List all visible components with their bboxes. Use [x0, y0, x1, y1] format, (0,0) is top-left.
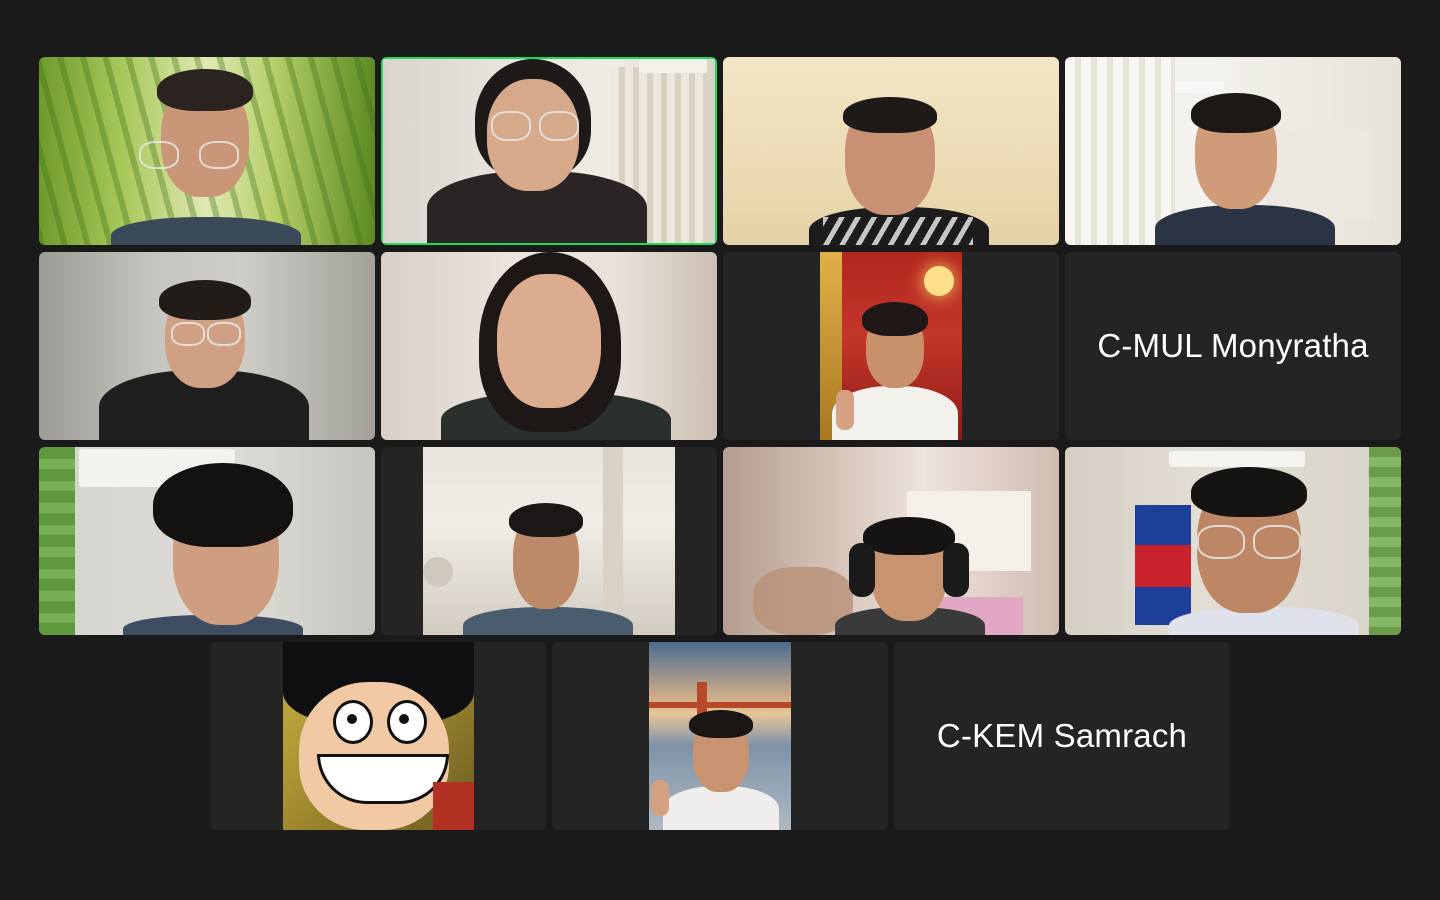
participant-tile[interactable]: [210, 642, 546, 830]
participant-tile[interactable]: [1065, 447, 1401, 635]
participant-tile-video-off[interactable]: C-KEM Samrach: [894, 642, 1230, 830]
participant-video: [383, 59, 715, 243]
participant-video: [39, 252, 375, 440]
participant-tile[interactable]: [723, 447, 1059, 635]
participant-tile[interactable]: [39, 447, 375, 635]
participant-video: [723, 57, 1059, 245]
participant-tile-video-off[interactable]: C-MUL Monyratha: [1065, 252, 1401, 440]
participant-video: [381, 252, 717, 440]
participant-name: C-MUL Monyratha: [1097, 327, 1369, 364]
participant-tile-active-speaker[interactable]: [381, 57, 717, 245]
participant-tile[interactable]: [1065, 57, 1401, 245]
participant-video: [283, 642, 474, 830]
participant-video: [1065, 57, 1401, 245]
participant-video: [723, 447, 1059, 635]
participant-video: [820, 252, 962, 440]
participant-tile[interactable]: [723, 252, 1059, 440]
participant-video: [39, 447, 375, 635]
participant-tile[interactable]: [723, 57, 1059, 245]
participant-name: C-KEM Samrach: [936, 717, 1188, 754]
participant-tile[interactable]: [39, 57, 375, 245]
participant-tile[interactable]: [552, 642, 888, 830]
participant-tile[interactable]: [39, 252, 375, 440]
participant-video: [39, 57, 375, 245]
participant-video: [1065, 447, 1401, 635]
participant-tile[interactable]: [381, 447, 717, 635]
participant-video: [423, 447, 675, 635]
participant-tile[interactable]: [381, 252, 717, 440]
participant-video: [649, 642, 791, 830]
